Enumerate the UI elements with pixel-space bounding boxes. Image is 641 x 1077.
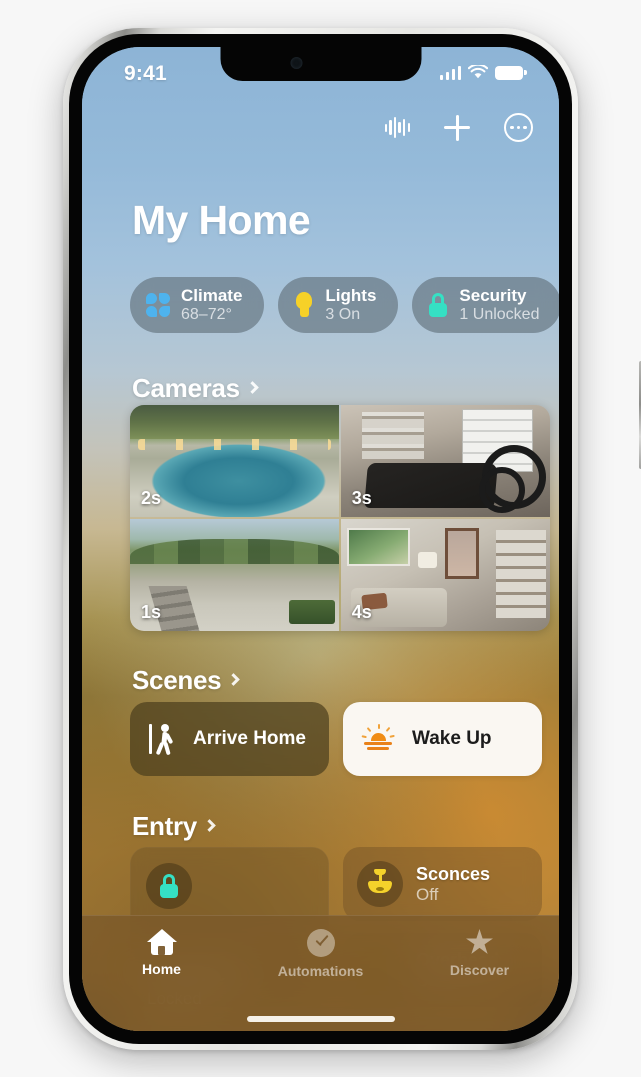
tab-label: Home [142,961,181,977]
camera-scene-detail [289,599,336,625]
camera-scene-detail [363,463,498,509]
tab-bar: Home Automations Discover [82,915,559,1031]
device-notch [220,47,421,81]
sconces-accessory[interactable]: Sconces Off [343,847,542,921]
phone-bezel: My Home Climate 68–72° Lights 3 On Secur… [69,34,572,1044]
status-pill-title: Lights [325,286,377,306]
status-pill-climate[interactable]: Climate 68–72° [130,277,265,333]
lock-icon [159,874,179,898]
camera-scene-detail [418,552,437,569]
status-pill-text: Security 1 Unlocked [459,286,539,324]
tab-label: Discover [449,962,510,978]
accessory-title: Sconces [416,863,491,884]
section-header-cameras[interactable]: Cameras [132,373,259,404]
wifi-icon [468,65,488,79]
accessory-icon-circle [357,861,403,907]
sconce-lamp-icon [367,869,393,899]
accessory-text: Sconces Off [416,864,490,904]
driveway-camera[interactable]: 1s [130,518,340,631]
arrive-home-scene[interactable]: Arrive Home [130,702,329,776]
phone-screen: My Home Climate 68–72° Lights 3 On Secur… [82,47,559,1031]
camera-scene-detail [495,529,546,618]
scene-label: Arrive Home [193,728,306,749]
clock-check-icon [306,929,335,957]
walking-person-icon [149,723,175,756]
status-time: 9:41 [124,62,167,85]
cellular-bars-icon [439,65,461,80]
lightbulb-icon [294,292,314,318]
tab-automations[interactable]: Automations [241,929,400,979]
section-title: Scenes [132,665,222,695]
section-title: Entry [132,811,197,841]
page-title: My Home [132,197,311,243]
fan-icon [146,293,170,317]
camera-scene-detail [347,527,410,566]
camera-scene-detail [361,411,425,459]
tab-home[interactable]: Home [82,929,241,977]
front-camera-icon [290,57,302,69]
siri-waveform-icon[interactable] [384,116,410,140]
accessory-subtitle: Off [416,885,439,905]
wake-up-scene[interactable]: Wake Up [343,702,542,776]
camera-timestamp-badge: 1s [141,602,162,622]
chevron-right-icon [203,819,216,832]
status-pill-title: Climate [181,286,243,306]
camera-timestamp-badge: 4s [351,602,372,622]
iphone-device-frame: My Home Climate 68–72° Lights 3 On Secur… [63,28,641,1050]
chevron-right-icon [245,381,259,394]
camera-scene-detail [130,538,340,564]
section-header-scenes[interactable]: Scenes [132,665,241,696]
status-pill-subtitle: 3 On [325,306,361,324]
section-title: Cameras [132,373,240,403]
scene-label: Wake Up [412,728,492,749]
house-icon [146,929,177,955]
status-pill-lights[interactable]: Lights 3 On [278,277,399,333]
navigation-toolbar [384,113,533,142]
home-indicator[interactable] [246,1016,395,1022]
tab-discover[interactable]: Discover [400,929,559,978]
camera-timestamp-badge: 2s [141,488,162,509]
camera-grid: 2s 3s 1s 4s [130,405,550,631]
status-pill-row: Climate 68–72° Lights 3 On Security 1 Un… [130,277,559,333]
lock-icon [428,293,448,317]
living-room-camera[interactable]: 4s [340,518,550,631]
sunrise-icon [361,724,395,754]
status-pill-subtitle: 1 Unlocked [459,306,540,324]
accessory-icon-circle [146,863,192,909]
screenshot-canvas: My Home Climate 68–72° Lights 3 On Secur… [0,0,641,1077]
battery-full-icon [495,65,527,80]
status-pill-text: Lights 3 On [325,286,376,324]
chevron-right-icon [227,673,241,686]
status-pill-security[interactable]: Security 1 Unlocked [412,277,559,333]
tab-label: Automations [277,963,364,979]
pool-camera[interactable]: 2s [130,405,340,518]
home-app-content: My Home Climate 68–72° Lights 3 On Secur… [82,47,559,1031]
star-icon [466,929,493,954]
section-header-entry[interactable]: Entry [132,811,216,842]
status-pill-title: Security [459,286,527,306]
scenes-row: Arrive Home Wake Up [130,702,542,776]
plus-icon[interactable] [444,114,470,141]
garage-camera[interactable]: 3s [340,405,550,518]
status-indicators [439,65,527,80]
status-pill-subtitle: 68–72° [181,306,232,324]
camera-scene-detail [445,527,479,580]
status-pill-text: Climate 68–72° [181,286,242,324]
camera-timestamp-badge: 3s [351,488,372,509]
camera-scene-detail [478,466,525,513]
more-ellipsis-icon[interactable] [504,113,533,142]
